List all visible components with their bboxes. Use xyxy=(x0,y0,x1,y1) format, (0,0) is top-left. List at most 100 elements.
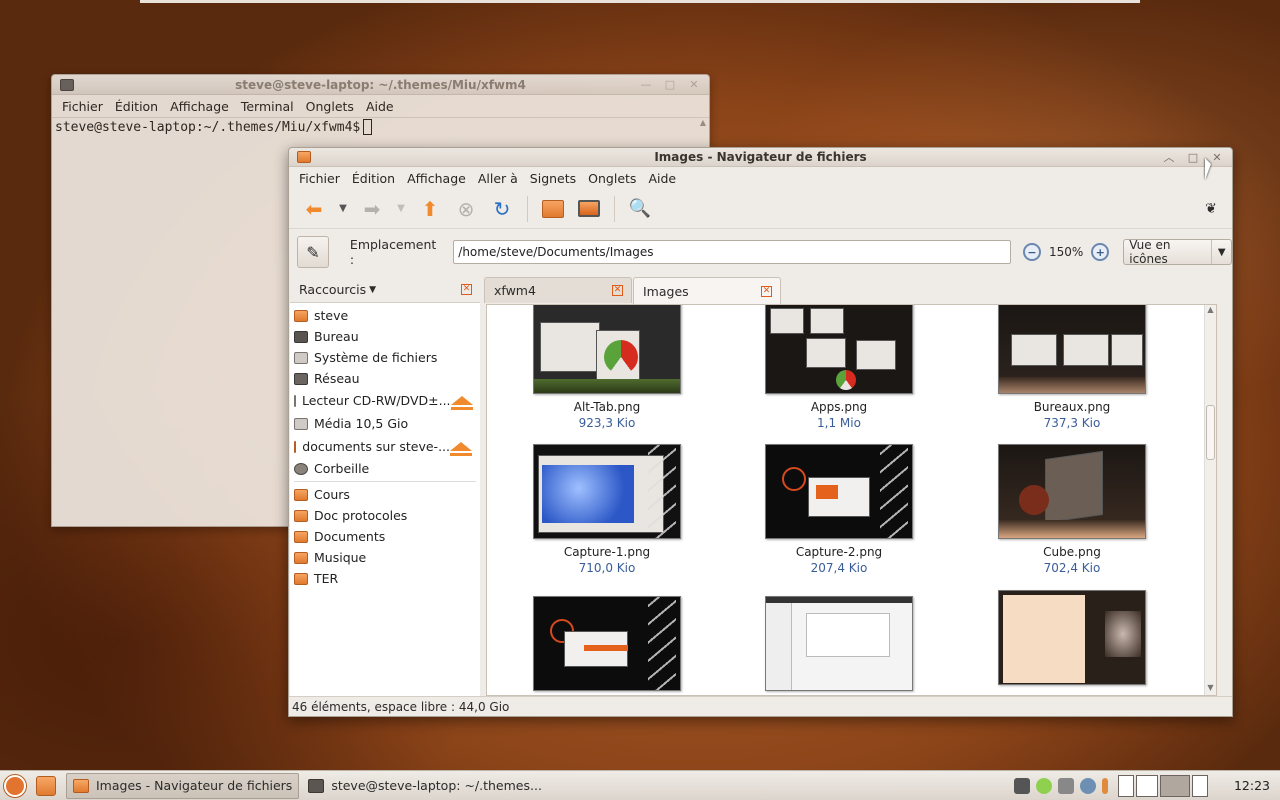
file-item[interactable]: Apps.png 1,1 Mio xyxy=(739,305,939,430)
menu-terminal[interactable]: Terminal xyxy=(235,99,300,114)
sidebar-item-network-share[interactable]: documents sur steve-... xyxy=(290,435,480,458)
sidebar-item-network[interactable]: Réseau xyxy=(290,368,480,389)
workspace-2[interactable] xyxy=(1135,774,1158,797)
sidebar-item-bureau[interactable]: Bureau xyxy=(290,326,480,347)
file-manager-launcher-icon[interactable] xyxy=(36,775,56,796)
computer-icon[interactable] xyxy=(574,194,604,224)
edit-location-icon[interactable]: ✎ xyxy=(297,236,329,268)
back-arrow-icon[interactable]: ⬅ xyxy=(299,194,329,224)
file-manager-title: Images - Navigateur de fichiers xyxy=(654,150,867,164)
chevron-down-icon[interactable]: ▼ xyxy=(369,285,376,295)
menu-edition[interactable]: Édition xyxy=(346,171,401,186)
workspace-1[interactable] xyxy=(1117,774,1134,797)
file-manager-titlebar[interactable]: Images - Navigateur de fichiers ︿ □ ✕ xyxy=(289,148,1232,167)
sidebar-item-steve[interactable]: steve xyxy=(290,305,480,326)
network-wired-icon[interactable] xyxy=(1013,777,1030,794)
file-name: Capture-1.png xyxy=(563,545,651,559)
battery-icon[interactable] xyxy=(1035,777,1052,794)
menu-onglets[interactable]: Onglets xyxy=(300,99,360,114)
sidebar-type-select[interactable]: Raccourcis xyxy=(299,282,366,297)
scroll-down-icon[interactable]: ▼ xyxy=(1205,683,1216,695)
menu-signets[interactable]: Signets xyxy=(524,171,582,186)
file-item[interactable] xyxy=(507,596,707,691)
search-icon[interactable]: 🔍 xyxy=(625,194,655,224)
tab-xfwm4[interactable]: xfwm4 ✕ xyxy=(484,277,632,303)
icon-view[interactable]: Alt-Tab.png 923,3 Kio Apps.png 1,1 Mio B… xyxy=(486,304,1217,696)
file-item[interactable] xyxy=(739,596,939,691)
sidebar-item-label: steve xyxy=(314,308,349,323)
close-button[interactable]: ✕ xyxy=(685,78,703,92)
image-thumbnail xyxy=(533,305,681,394)
folder-icon xyxy=(294,572,308,585)
tab-close-icon[interactable]: ✕ xyxy=(612,285,623,296)
forward-history-dropdown-icon[interactable]: ▼ xyxy=(393,194,409,224)
volume-icon[interactable] xyxy=(1101,777,1108,794)
sidebar-item-trash[interactable]: Corbeille xyxy=(290,458,480,479)
workspace-4[interactable] xyxy=(1191,774,1208,797)
cpu-monitor-icon[interactable] xyxy=(1057,777,1074,794)
menu-affichage[interactable]: Affichage xyxy=(164,99,235,114)
zoom-out-icon[interactable]: − xyxy=(1022,243,1041,261)
file-item[interactable]: Bureaux.png 737,3 Kio xyxy=(972,305,1172,430)
toolbar-separator xyxy=(614,195,615,222)
menu-aide[interactable]: Aide xyxy=(642,171,682,186)
network-folder-icon xyxy=(294,440,297,453)
sidebar-item-filesystem[interactable]: Système de fichiers xyxy=(290,347,480,368)
clock[interactable]: 12:23 xyxy=(1234,778,1270,793)
sidebar-item-media[interactable]: Média 10,5 Gio xyxy=(290,412,480,435)
sidebar-item-cours[interactable]: Cours xyxy=(290,484,480,505)
notification-icon[interactable] xyxy=(1079,777,1096,794)
sidebar-close-icon[interactable]: ✕ xyxy=(461,284,472,295)
tab-close-icon[interactable]: ✕ xyxy=(761,285,772,297)
menu-affichage[interactable]: Affichage xyxy=(401,171,472,186)
workspace-3[interactable] xyxy=(1159,774,1190,797)
file-manager-window[interactable]: Images - Navigateur de fichiers ︿ □ ✕ Fi… xyxy=(288,147,1233,717)
stop-icon[interactable]: ⊗ xyxy=(451,194,481,224)
terminal-menubar: Fichier Édition Affichage Terminal Ongle… xyxy=(52,95,709,117)
location-input[interactable] xyxy=(453,240,1011,264)
maximize-button[interactable]: □ xyxy=(1184,150,1202,164)
scroll-thumb[interactable] xyxy=(1206,405,1215,460)
taskbar-item-terminal[interactable]: steve@steve-laptop: ~/.themes... xyxy=(301,773,549,799)
reload-icon[interactable]: ↻ xyxy=(487,194,517,224)
maximize-button[interactable]: □ xyxy=(661,78,679,92)
menu-edition[interactable]: Édition xyxy=(109,99,164,114)
file-item[interactable]: Capture-1.png 710,0 Kio xyxy=(507,444,707,575)
sidebar-item-label: Média 10,5 Gio xyxy=(314,416,409,431)
eject-icon[interactable] xyxy=(450,442,472,456)
ubuntu-menu-icon[interactable] xyxy=(4,774,26,797)
view-mode-select[interactable]: Vue en icônes ▼ xyxy=(1123,238,1232,266)
sidebar-item-documents[interactable]: Documents xyxy=(290,526,480,547)
home-icon[interactable] xyxy=(538,194,568,224)
zoom-in-icon[interactable]: + xyxy=(1091,243,1110,261)
file-item[interactable]: Capture-2.png 207,4 Kio xyxy=(739,444,939,575)
back-history-dropdown-icon[interactable]: ▼ xyxy=(335,194,351,224)
sidebar-item-musique[interactable]: Musique xyxy=(290,547,480,568)
minimize-button[interactable]: — xyxy=(637,78,655,92)
menu-onglets[interactable]: Onglets xyxy=(582,171,642,186)
workspace-pager[interactable] xyxy=(1117,774,1208,797)
file-item[interactable]: Alt-Tab.png 923,3 Kio xyxy=(507,305,707,430)
scroll-up-icon[interactable]: ▲ xyxy=(697,118,709,132)
minimize-button[interactable]: ︿ xyxy=(1160,150,1178,164)
file-item[interactable]: Cube.png 702,4 Kio xyxy=(972,444,1172,575)
eject-icon[interactable] xyxy=(450,396,473,410)
menu-aide[interactable]: Aide xyxy=(360,99,400,114)
sidebar-item-ter[interactable]: TER xyxy=(290,568,480,589)
file-item[interactable] xyxy=(972,590,1172,685)
taskbar-item-file-manager[interactable]: Images - Navigateur de fichiers xyxy=(66,772,300,799)
menu-fichier[interactable]: Fichier xyxy=(293,171,346,186)
menu-aller-a[interactable]: Aller à xyxy=(472,171,524,186)
folder-icon xyxy=(294,530,308,543)
sidebar-item-doc-protocoles[interactable]: Doc protocoles xyxy=(290,505,480,526)
vertical-scrollbar[interactable]: ▲ ▼ xyxy=(1204,305,1216,695)
image-thumbnail xyxy=(765,305,913,394)
menu-fichier[interactable]: Fichier xyxy=(56,99,109,114)
forward-arrow-icon[interactable]: ➡ xyxy=(357,194,387,224)
tab-images[interactable]: Images ✕ xyxy=(633,277,781,304)
terminal-titlebar[interactable]: steve@steve-laptop: ~/.themes/Miu/xfwm4 … xyxy=(52,75,709,95)
sidebar-item-cdrom[interactable]: Lecteur CD-RW/DVD±... xyxy=(290,389,480,412)
close-button[interactable]: ✕ xyxy=(1208,150,1226,164)
parent-folder-arrow-icon[interactable]: ⬆ xyxy=(415,194,445,224)
scroll-up-icon[interactable]: ▲ xyxy=(1205,305,1216,317)
